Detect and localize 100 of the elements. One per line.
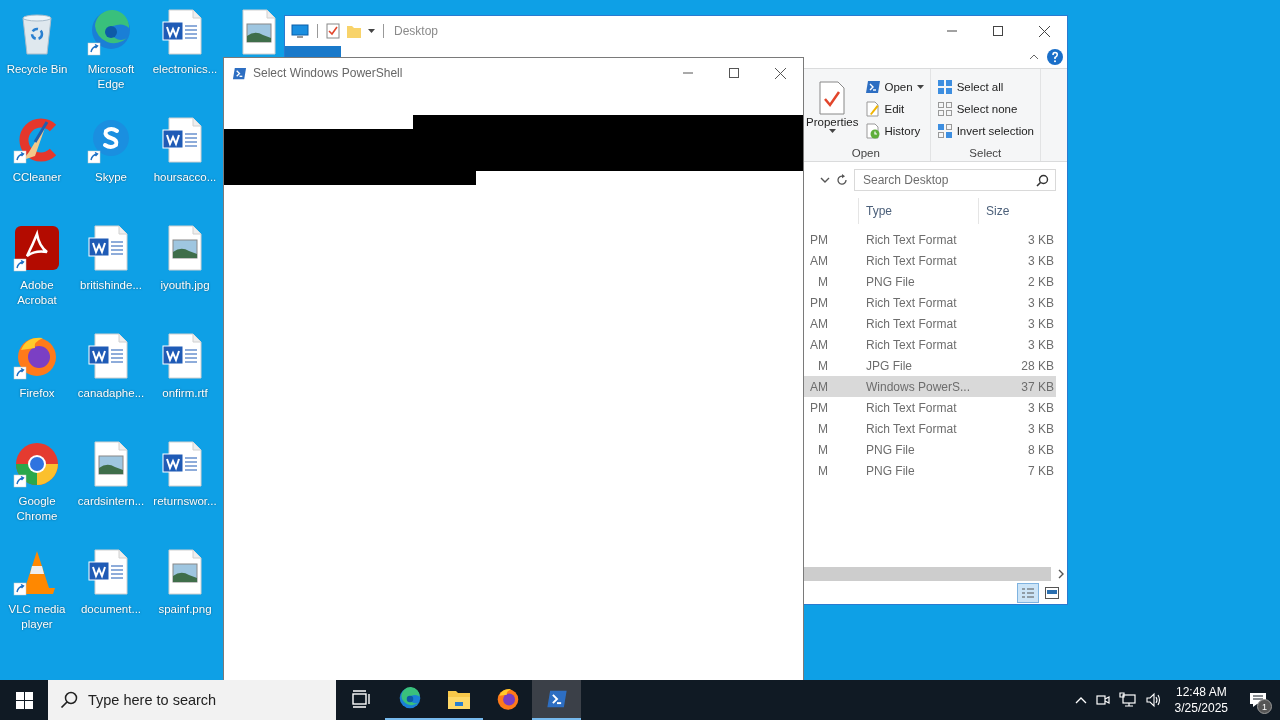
table-cell-text: AM (809, 379, 829, 394)
chrome-icon[interactable] (13, 440, 61, 488)
caret-icon (828, 129, 836, 133)
clock-date: 3/25/2025 (1174, 700, 1228, 716)
desktop-icon-label[interactable]: onfirm.rtf (162, 386, 208, 401)
table-cell-text: PM (809, 400, 829, 415)
folder-icon (446, 688, 471, 710)
table-cell-text: JPG File (865, 358, 913, 373)
table-cell-text: M (817, 442, 829, 457)
desktop-icon-label[interactable]: VLC media player (0, 602, 74, 632)
table-cell-text: Rich Text Format (865, 316, 958, 331)
notifications-button[interactable]: 1 (1236, 680, 1280, 720)
acrobat-icon[interactable] (13, 224, 61, 272)
table-cell-text: 28 KB (1020, 358, 1055, 373)
ribbon-button[interactable]: Invert selection (934, 121, 1036, 141)
powershell-icon (232, 65, 247, 81)
help-icon[interactable] (1047, 49, 1063, 65)
ribbon-button[interactable]: History (862, 121, 926, 141)
desktop-icon-label[interactable]: returnswor... (153, 494, 217, 509)
desktop-icon-label[interactable]: hoursacco... (153, 170, 217, 185)
ribbon-button[interactable]: Select none (934, 99, 1036, 119)
desktop-icon-label[interactable]: canadaphe... (77, 386, 145, 401)
history-icon (864, 123, 881, 139)
desktop-icon-label[interactable]: Firefox (19, 386, 55, 401)
table-cell-text: 3 KB (1027, 295, 1055, 310)
table-cell-text: AM (809, 337, 829, 352)
thumbnail-view-icon (1045, 587, 1059, 599)
search-icon (60, 691, 78, 709)
properties-button[interactable]: Properties (806, 73, 859, 147)
table-cell-text: 3 KB (1027, 232, 1055, 247)
caret-icon (916, 85, 924, 89)
desktop-icon-label[interactable]: spainf.png (158, 602, 212, 617)
table-cell-text: M (817, 421, 829, 436)
search-field[interactable]: Search Desktop (854, 169, 1056, 191)
desktop-icon-label[interactable]: Microsoft Edge (74, 62, 148, 92)
table-cell-text: 2 KB (1027, 274, 1055, 289)
ribbon-button[interactable]: Select all (934, 77, 1036, 97)
table-cell-text: Rich Text Format (865, 295, 958, 310)
table-cell-text: M (817, 274, 829, 289)
column-header[interactable]: Size (978, 198, 1056, 224)
desktop-icon-label[interactable]: Google Chrome (0, 494, 74, 524)
table-cell-text: M (817, 358, 829, 373)
table-cell-text: Rich Text Format (865, 337, 958, 352)
desktop-icon-label[interactable]: Adobe Acrobat (0, 278, 74, 308)
desktop-icon-label[interactable]: Recycle Bin (6, 62, 68, 77)
powershell-icon (545, 688, 568, 710)
windows-logo-icon (15, 691, 33, 709)
caret-icon (368, 29, 375, 33)
desktop-icon-label[interactable]: Skype (95, 170, 127, 185)
collapse-ribbon-icon[interactable] (1029, 54, 1039, 60)
ribbon-button[interactable]: Open (862, 77, 926, 97)
table-cell-text: 37 KB (1020, 379, 1055, 394)
table-cell-text: AM (809, 253, 829, 268)
dropdown-chevron-icon[interactable] (820, 177, 830, 183)
table-cell-text: M (817, 463, 829, 478)
group-label: Open (850, 147, 881, 161)
desktop-icon-label[interactable]: electronics... (152, 62, 218, 77)
table-cell-text: PNG File (865, 442, 916, 457)
desktop-icon-label[interactable]: CCleaner (12, 170, 62, 185)
taskbar-search-field[interactable]: Type here to search (48, 680, 336, 720)
clock[interactable]: 12:48 AM 3/25/2025 (1166, 680, 1236, 720)
monitor-icon[interactable] (291, 24, 309, 38)
powershell-icon (864, 79, 881, 95)
table-cell-text: 3 KB (1027, 400, 1055, 415)
table-cell-text: 3 KB (1027, 421, 1055, 436)
desktop-icon-label[interactable]: britishinde... (80, 278, 142, 293)
close-icon (1038, 25, 1050, 37)
table-cell-text: 3 KB (1027, 316, 1055, 331)
camera-icon (1094, 692, 1111, 708)
volume-icon (1144, 692, 1163, 708)
close-icon (774, 67, 786, 79)
ribbon-button[interactable]: Edit (862, 99, 926, 119)
maximize-icon (993, 26, 1003, 36)
column-header[interactable]: Type (858, 198, 978, 224)
properties-icon (817, 81, 848, 115)
desktop-icon-label[interactable]: document... (80, 602, 142, 617)
desktop-icon-label[interactable]: cardsintern... (77, 494, 145, 509)
table-cell-text: PM (809, 232, 829, 247)
table-cell-text: 3 KB (1027, 337, 1055, 352)
checklist-icon[interactable] (326, 23, 340, 39)
task-view-icon (350, 690, 371, 708)
table-cell-text: PM (809, 295, 829, 310)
chevron-up-icon (1074, 696, 1087, 704)
network-icon (1118, 692, 1137, 708)
edit-icon (864, 101, 881, 117)
table-cell-text: PNG File (865, 274, 916, 289)
details-view-icon (1021, 587, 1035, 599)
table-cell-text: 3 KB (1027, 253, 1055, 268)
table-cell-text: Windows PowerS... (865, 379, 972, 394)
window-title: Select Windows PowerShell (253, 66, 403, 80)
window-title: Desktop (394, 24, 439, 38)
table-cell-text: Rich Text Format (865, 232, 958, 247)
select-none-icon (936, 101, 953, 117)
search-icon (1036, 173, 1049, 187)
refresh-icon[interactable] (836, 174, 848, 186)
table-cell-text: Rich Text Format (865, 421, 958, 436)
notification-badge: 1 (1257, 699, 1272, 714)
desktop-icon-label[interactable]: iyouth.jpg (160, 278, 210, 293)
table-cell-text: Rich Text Format (865, 400, 958, 415)
clock-time: 12:48 AM (1175, 684, 1227, 700)
